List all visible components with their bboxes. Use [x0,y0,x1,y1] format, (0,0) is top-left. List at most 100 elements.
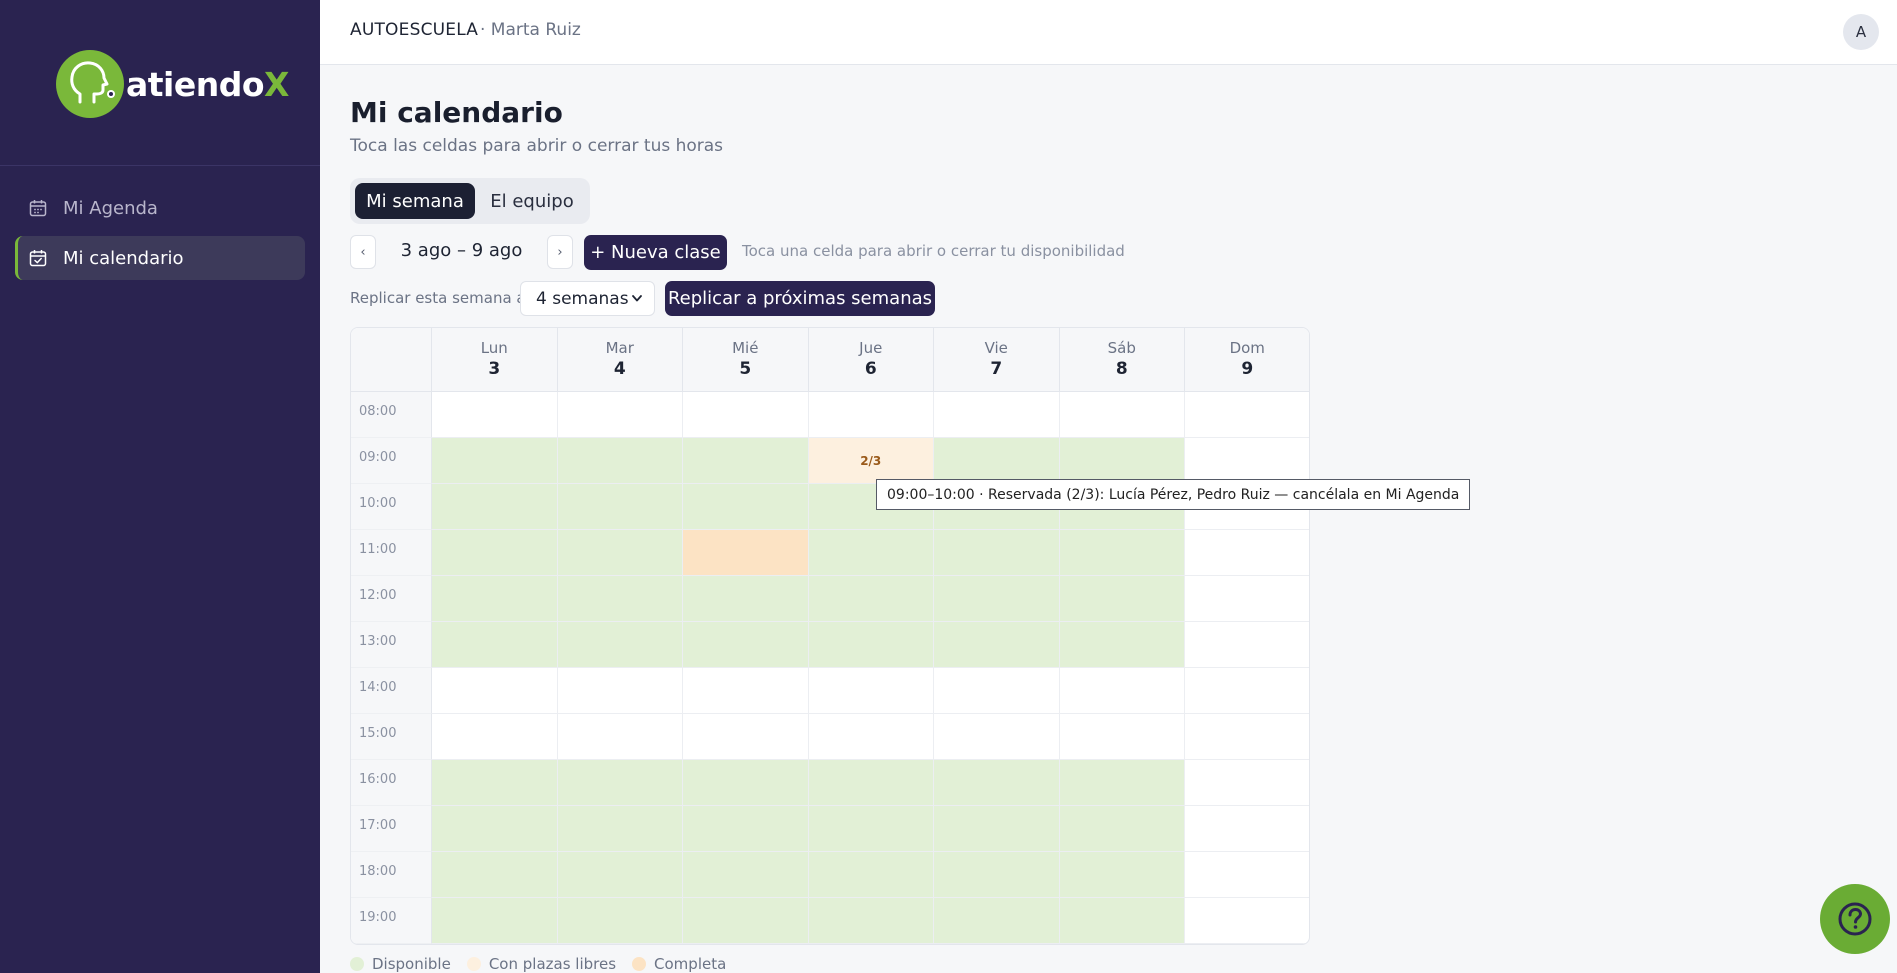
slot-cell[interactable] [1185,622,1309,668]
new-class-button[interactable]: + Nueva clase [584,235,727,270]
slot-cell[interactable] [683,806,809,852]
slot-cell[interactable] [1185,714,1309,760]
slot-cell[interactable] [1059,622,1185,668]
slot-cell[interactable] [1059,806,1185,852]
slot-cell[interactable] [934,622,1060,668]
slot-cell[interactable] [432,622,558,668]
sidebar-item-label: Mi Agenda [63,197,158,219]
organization-name: AUTOESCUELA [350,20,479,40]
slot-cell[interactable] [808,576,934,622]
slot-cell[interactable] [1059,668,1185,714]
tab-el-equipo[interactable]: El equipo [478,183,586,219]
slot-cell[interactable] [808,392,934,438]
slot-cell[interactable] [683,714,809,760]
slot-cell[interactable] [1059,392,1185,438]
slot-cell[interactable] [432,530,558,576]
slot-cell[interactable] [1185,438,1309,484]
sidebar-item-mi-calendario[interactable]: Mi calendario [15,236,305,280]
slot-cell[interactable] [683,898,809,944]
slot-cell[interactable] [1059,714,1185,760]
slot-cell[interactable] [808,760,934,806]
slot-cell[interactable] [557,484,683,530]
slot-cell[interactable] [683,760,809,806]
slot-cell[interactable] [432,806,558,852]
slot-cell[interactable] [1059,898,1185,944]
slot-cell[interactable] [934,714,1060,760]
slot-cell[interactable] [683,438,809,484]
slot-cell[interactable] [1185,576,1309,622]
slot-cell[interactable] [683,852,809,898]
slot-cell[interactable] [1185,806,1309,852]
slot-cell[interactable] [557,576,683,622]
tab-mi-semana[interactable]: Mi semana [355,183,475,219]
slot-cell[interactable] [683,530,809,576]
slot-cell[interactable] [557,392,683,438]
legend-label: Con plazas libres [488,955,617,973]
slot-cell[interactable] [1185,530,1309,576]
slot-cell[interactable] [934,852,1060,898]
slot-cell[interactable] [683,484,809,530]
replicate-button[interactable]: Replicar a próximas semanas [665,281,935,316]
slot-cell[interactable] [432,438,558,484]
slot-cell[interactable] [1059,760,1185,806]
slot-cell[interactable] [808,898,934,944]
slot-cell[interactable] [808,530,934,576]
slot-cell[interactable] [432,852,558,898]
slot-cell[interactable] [557,438,683,484]
slot-cell[interactable] [808,852,934,898]
weeks-select[interactable]: 4 semanas [520,281,655,316]
slot-cell[interactable] [557,530,683,576]
slot-cell[interactable] [934,392,1060,438]
slot-cell[interactable] [934,438,1060,484]
slot-cell[interactable] [934,760,1060,806]
slot-cell[interactable] [557,714,683,760]
slot-cell[interactable] [432,714,558,760]
slot-cell[interactable] [557,852,683,898]
slot-cell[interactable] [557,622,683,668]
slot-cell[interactable] [934,806,1060,852]
slot-cell[interactable] [1059,576,1185,622]
time-label: 11:00 [351,530,432,576]
slot-cell[interactable] [1059,438,1185,484]
slot-cell[interactable] [934,530,1060,576]
sidebar-item-mi-agenda[interactable]: Mi Agenda [15,186,305,230]
slot-cell[interactable] [934,668,1060,714]
slot-cell[interactable] [808,806,934,852]
brand-logo[interactable]: atiendoX [56,50,289,118]
slot-cell[interactable] [683,668,809,714]
slot-cell[interactable] [432,576,558,622]
prev-week-button[interactable]: ‹ [350,235,376,269]
slot-cell[interactable] [1185,852,1309,898]
slot-cell[interactable] [432,668,558,714]
slot-cell[interactable]: 2/3 [808,438,934,484]
slot-cell[interactable] [808,714,934,760]
legend-swatch [466,957,481,971]
time-label: 13:00 [351,622,432,668]
slot-cell[interactable] [557,806,683,852]
slot-cell[interactable] [432,392,558,438]
slot-cell[interactable] [432,484,558,530]
slot-cell[interactable] [683,392,809,438]
avatar[interactable]: A [1843,14,1879,50]
help-button[interactable] [1820,884,1890,954]
slot-cell[interactable] [557,668,683,714]
slot-cell[interactable] [1059,530,1185,576]
slot-cell[interactable] [683,576,809,622]
help-icon [1838,902,1872,936]
slot-cell[interactable] [1185,760,1309,806]
legend: Disponible Con plazas libres Completa [350,955,742,973]
slot-cell[interactable] [934,898,1060,944]
next-week-button[interactable]: › [547,235,573,269]
slot-cell[interactable] [557,760,683,806]
slot-cell[interactable] [1185,898,1309,944]
slot-cell[interactable] [683,622,809,668]
slot-cell[interactable] [432,760,558,806]
slot-cell[interactable] [808,668,934,714]
slot-cell[interactable] [1185,668,1309,714]
slot-cell[interactable] [934,576,1060,622]
slot-cell[interactable] [808,622,934,668]
slot-cell[interactable] [557,898,683,944]
slot-cell[interactable] [1185,392,1309,438]
slot-cell[interactable] [1059,852,1185,898]
slot-cell[interactable] [432,898,558,944]
